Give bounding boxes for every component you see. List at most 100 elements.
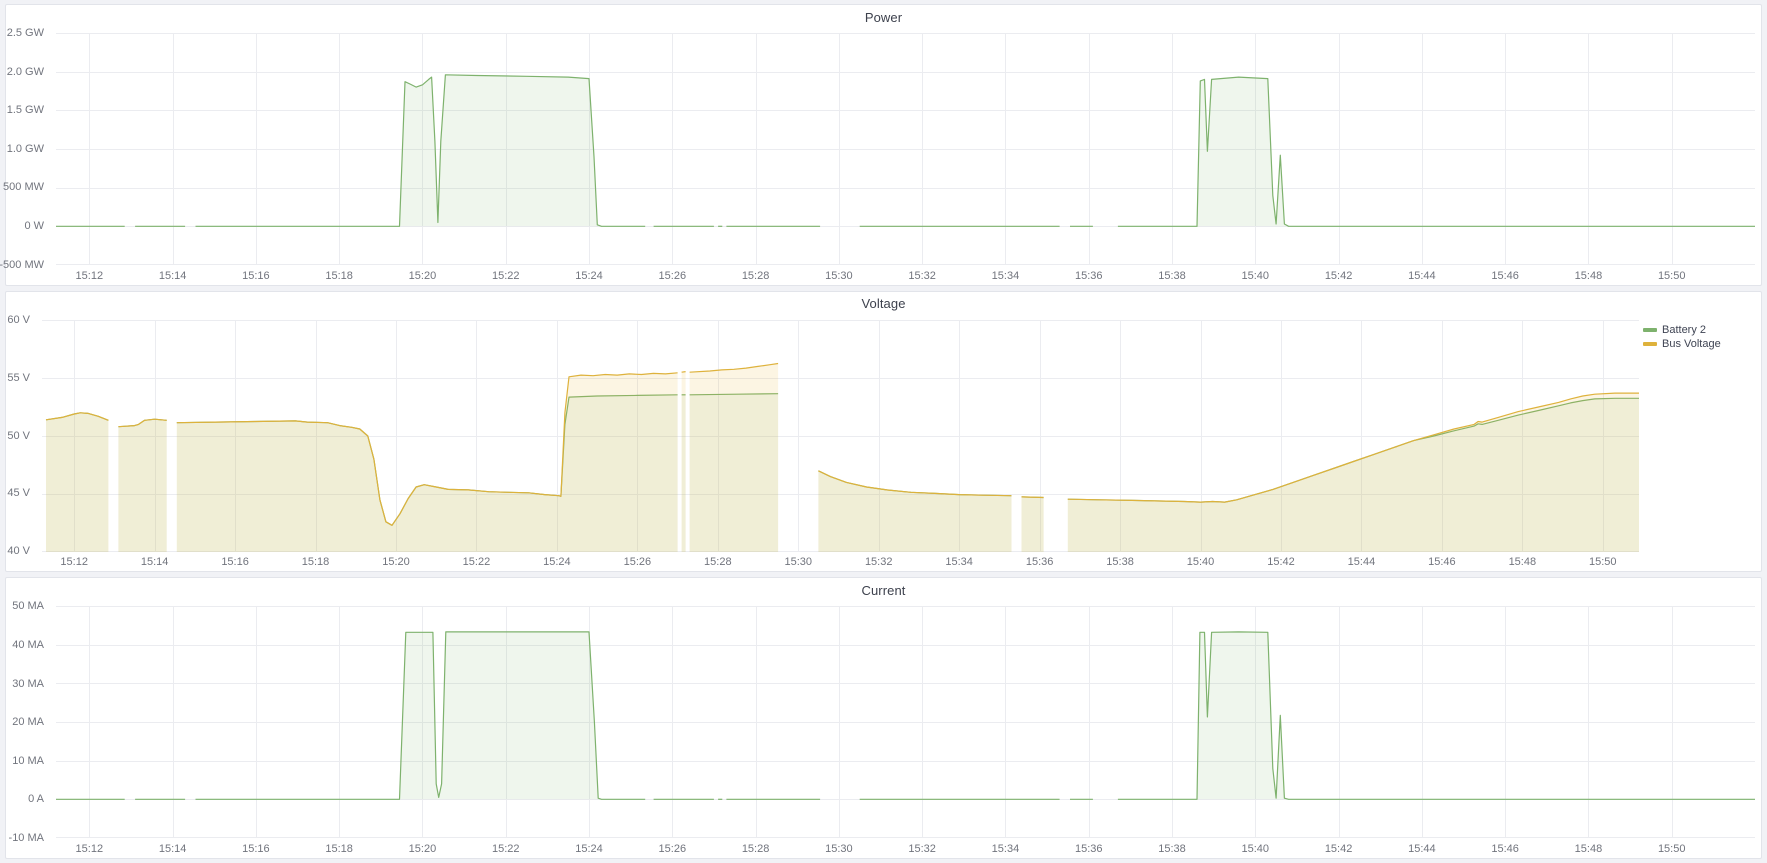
x-tick-label: 15:38 — [1158, 843, 1186, 855]
x-tick-label: 15:34 — [992, 270, 1020, 282]
x-tick-label: 15:50 — [1658, 843, 1686, 855]
power-x-axis: 15:1215:1415:1615:1815:2015:2215:2415:26… — [56, 268, 1755, 284]
x-tick-label: 15:40 — [1242, 270, 1270, 282]
x-tick-label: 15:30 — [825, 270, 853, 282]
x-tick-label: 15:40 — [1187, 556, 1215, 568]
y-tick-label: 60 V — [7, 314, 30, 326]
x-tick-label: 15:44 — [1348, 556, 1376, 568]
x-tick-label: 15:26 — [659, 270, 687, 282]
x-tick-label: 15:20 — [409, 843, 437, 855]
y-tick-label: -500 MW — [0, 259, 44, 271]
y-tick-label: 55 V — [7, 372, 30, 384]
current-panel: Current 50 MA40 MA30 MA20 MA10 MA0 A-10 … — [5, 577, 1762, 859]
voltage-panel: Voltage 60 V 55 V 50 V 45 V 40 V 15:12 15:14 1… — [5, 291, 1762, 573]
power-panel-body: 2.5 GW2.0 GW1.5 GW1.0 GW500 MW0 W-500 MW… — [6, 29, 1761, 285]
y-tick-label: 45 V — [7, 487, 30, 499]
legend-label: Battery 2 — [1662, 324, 1706, 336]
x-tick-label: 15:50 — [1589, 556, 1617, 568]
x-tick-label: 15:48 — [1509, 556, 1537, 568]
x-tick-label: 15:30 — [825, 843, 853, 855]
current-x-axis: 15:1215:1415:1615:1815:2015:2215:2415:26… — [56, 841, 1755, 857]
x-tick-label: 15:22 — [463, 556, 491, 568]
x-tick-label: 15:38 — [1158, 270, 1186, 282]
power-y-axis: 2.5 GW2.0 GW1.5 GW1.0 GW500 MW0 W-500 MW — [6, 33, 50, 265]
y-tick-label: 50 MA — [12, 600, 44, 612]
y-tick-label: -10 MA — [9, 832, 44, 844]
x-tick-label: 15:32 — [908, 843, 936, 855]
y-tick-label: 40 MA — [12, 639, 44, 651]
voltage-chart-svg — [42, 320, 1639, 552]
x-tick-label: 15:28 — [742, 270, 770, 282]
x-tick-label: 15:28 — [742, 843, 770, 855]
current-panel-header: Current — [6, 578, 1761, 602]
y-tick-label: 0 W — [24, 220, 44, 232]
power-panel-title: Power — [865, 10, 902, 25]
y-tick-label: 500 MW — [3, 181, 44, 193]
voltage-panel-title: Voltage — [861, 296, 905, 311]
x-tick-label: 15:34 — [992, 843, 1020, 855]
x-tick-label: 15:28 — [704, 556, 732, 568]
x-tick-label: 15:38 — [1106, 556, 1134, 568]
y-tick-label: 2.0 GW — [7, 66, 44, 78]
x-tick-label: 15:48 — [1575, 270, 1603, 282]
legend-item-bus-voltage[interactable]: Bus Voltage — [1643, 338, 1759, 350]
voltage-x-axis: 15:1215:1415:1615:1815:2015:2215:2415:26… — [42, 554, 1639, 570]
legend-swatch-icon — [1643, 342, 1657, 346]
x-tick-label: 15:16 — [221, 556, 249, 568]
x-tick-label: 15:36 — [1026, 556, 1054, 568]
x-tick-label: 15:26 — [624, 556, 652, 568]
power-panel-header: Power — [6, 5, 1761, 29]
x-tick-label: 15:36 — [1075, 843, 1103, 855]
x-tick-label: 15:42 — [1325, 270, 1353, 282]
power-plot-area[interactable] — [56, 33, 1755, 265]
x-tick-label: 15:32 — [908, 270, 936, 282]
x-tick-label: 15:12 — [76, 270, 104, 282]
voltage-y-axis: 60 V55 V50 V45 V40 V — [6, 320, 36, 552]
voltage-legend: Battery 2 Bus Voltage — [1643, 324, 1759, 350]
x-tick-label: 15:22 — [492, 270, 520, 282]
y-tick-label: 20 MA — [12, 716, 44, 728]
x-tick-label: 15:32 — [865, 556, 893, 568]
power-panel: Power 2.5 GW2.0 GW1.5 GW1.0 GW500 MW0 W-… — [5, 4, 1762, 286]
x-tick-label: 15:36 — [1075, 270, 1103, 282]
x-tick-label: 15:18 — [325, 270, 353, 282]
voltage-panel-body: 60 V 55 V 50 V 45 V 40 V 15:12 15:14 15:16 15:1… — [6, 316, 1761, 572]
y-tick-label: 1.5 GW — [7, 104, 44, 116]
x-tick-label: 15:16 — [242, 843, 270, 855]
y-tick-label: 0 A — [28, 793, 44, 805]
x-tick-label: 15:44 — [1408, 843, 1436, 855]
x-tick-label: 15:14 — [141, 556, 169, 568]
x-tick-label: 15:14 — [159, 843, 187, 855]
current-y-axis: 50 MA40 MA30 MA20 MA10 MA0 A-10 MA — [6, 606, 50, 838]
x-tick-label: 15:26 — [659, 843, 687, 855]
x-tick-label: 15:42 — [1267, 556, 1295, 568]
y-tick-label: 40 V — [7, 545, 30, 557]
current-panel-title: Current — [861, 583, 905, 598]
x-tick-label: 15:44 — [1408, 270, 1436, 282]
voltage-panel-header: Voltage — [6, 292, 1761, 316]
x-tick-label: 15:20 — [409, 270, 437, 282]
x-tick-label: 15:42 — [1325, 843, 1353, 855]
x-tick-label: 15:46 — [1491, 270, 1519, 282]
current-plot-area[interactable] — [56, 606, 1755, 838]
y-tick-label: 30 MA — [12, 678, 44, 690]
legend-swatch-icon — [1643, 328, 1657, 332]
y-tick-label: 1.0 GW — [7, 143, 44, 155]
x-tick-label: 15:30 — [784, 556, 812, 568]
y-tick-label: 2.5 GW — [7, 27, 44, 39]
power-chart-svg — [56, 33, 1755, 265]
current-chart-svg — [56, 606, 1755, 838]
x-tick-label: 15:22 — [492, 843, 520, 855]
voltage-plot-area[interactable] — [42, 320, 1639, 552]
x-tick-label: 15:24 — [575, 270, 603, 282]
x-tick-label: 15:12 — [60, 556, 88, 568]
x-tick-label: 15:24 — [543, 556, 571, 568]
x-tick-label: 15:46 — [1428, 556, 1456, 568]
legend-item-battery-2[interactable]: Battery 2 — [1643, 324, 1759, 336]
y-tick-label: 50 V — [7, 430, 30, 442]
x-tick-label: 15:18 — [325, 843, 353, 855]
x-tick-label: 15:14 — [159, 270, 187, 282]
x-tick-label: 15:46 — [1491, 843, 1519, 855]
current-panel-body: 50 MA40 MA30 MA20 MA10 MA0 A-10 MA 15:12… — [6, 602, 1761, 858]
x-tick-label: 15:18 — [302, 556, 330, 568]
